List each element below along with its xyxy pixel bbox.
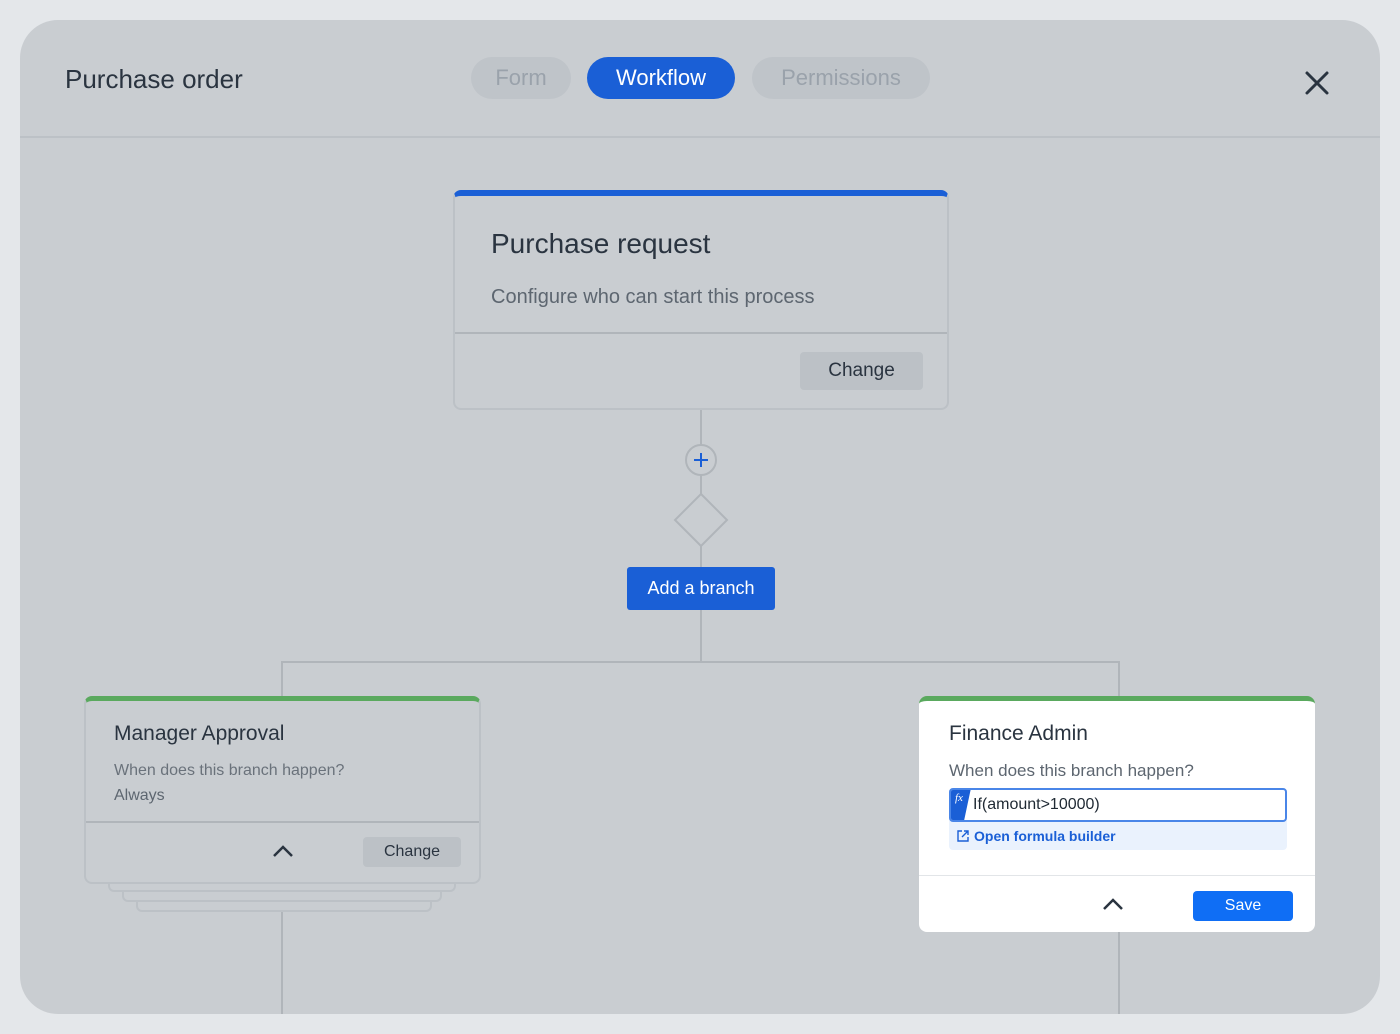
branch-title: Manager Approval [114, 722, 285, 745]
formula-input[interactable]: fx If(amount>10000) [949, 788, 1287, 822]
tab-workflow[interactable]: Workflow [587, 57, 735, 99]
tab-permissions[interactable]: Permissions [752, 57, 930, 99]
collapse-chevron-icon[interactable] [1101, 896, 1125, 912]
change-button[interactable]: Change [363, 837, 461, 867]
branch-question: When does this branch happen? [949, 761, 1194, 780]
divider [86, 821, 479, 823]
external-link-icon [957, 830, 969, 842]
branch-connector [282, 661, 1120, 663]
workflow-editor-modal: Purchase order Form Workflow Permissions… [20, 20, 1380, 1014]
formula-link-label: Open formula builder [974, 828, 1116, 844]
change-button[interactable]: Change [800, 352, 923, 390]
connector [281, 661, 283, 697]
start-card-title: Purchase request [491, 228, 711, 259]
divider [919, 875, 1315, 876]
fx-icon: fx [955, 792, 963, 804]
connector [1118, 661, 1120, 697]
connector [281, 910, 283, 1014]
branch-condition: Always [114, 787, 165, 804]
save-button[interactable]: Save [1193, 891, 1293, 921]
add-step-icon[interactable] [684, 444, 718, 478]
branch-card-manager-approval: Manager Approval When does this branch h… [84, 696, 481, 884]
add-branch-button[interactable]: Add a branch [627, 567, 775, 610]
start-card-subtitle: Configure who can start this process [491, 286, 815, 308]
page-title: Purchase order [65, 64, 243, 94]
modal-header: Purchase order Form Workflow Permissions [20, 20, 1380, 138]
branch-question: When does this branch happen? [114, 762, 345, 779]
divider [455, 332, 947, 334]
close-icon[interactable] [1302, 68, 1332, 98]
open-formula-builder-link[interactable]: Open formula builder [957, 828, 1116, 844]
branch-card-finance-admin: Finance Admin When does this branch happ… [919, 696, 1315, 932]
start-card: Purchase request Configure who can start… [453, 190, 949, 410]
connector [1118, 930, 1120, 1014]
formula-box: fx If(amount>10000) Open formula builder [949, 788, 1287, 850]
tab-form[interactable]: Form [471, 57, 571, 99]
decision-diamond-icon [673, 492, 729, 548]
branch-title: Finance Admin [949, 722, 1088, 745]
formula-value[interactable]: If(amount>10000) [973, 796, 1100, 814]
collapse-chevron-icon[interactable] [271, 843, 295, 859]
